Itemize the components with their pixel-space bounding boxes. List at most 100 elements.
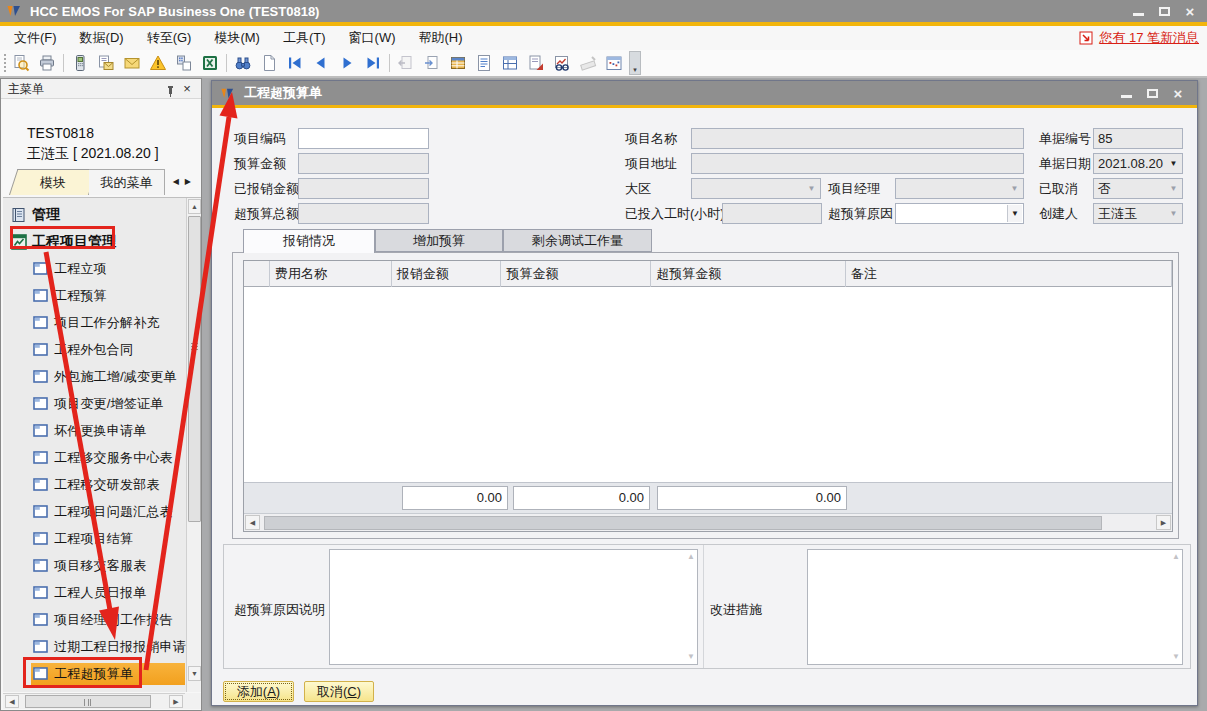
table-horizontal-scrollbar[interactable]: ◀ ▶ <box>244 513 1172 531</box>
form-edit-icon[interactable] <box>523 52 549 74</box>
form-window-title-bar: 工程超预算单 <box>212 81 1197 105</box>
sidebar-horizontal-scrollbar[interactable]: ◀ ▶ <box>3 693 185 709</box>
tab-remaining-debug-work[interactable]: 剩余调试工作量 <box>503 229 652 252</box>
column-header-rownum[interactable] <box>244 261 270 287</box>
sidebar-close-icon[interactable]: × <box>180 81 194 97</box>
pin-icon[interactable] <box>163 83 175 95</box>
maximize-button[interactable] <box>1151 2 1177 20</box>
tree-item-6[interactable]: 坏件更换申请单 <box>3 417 185 444</box>
tree-root-0[interactable]: 管理 <box>3 201 185 228</box>
form-close-button[interactable]: × <box>1165 84 1191 102</box>
tab-modules[interactable]: 模块 <box>9 169 97 195</box>
tree-item-12[interactable]: 工程人员日报单 <box>3 579 185 606</box>
tab-add-budget[interactable]: 增加预算 <box>375 229 503 252</box>
tree-item-7[interactable]: 工程移交服务中心表 <box>3 444 185 471</box>
cancel-button[interactable]: 取消(C) <box>304 681 374 702</box>
tree-item-13[interactable]: 项目经理周工作报告 <box>3 606 185 633</box>
excel-export-icon[interactable] <box>197 52 223 74</box>
last-record-icon[interactable] <box>360 52 386 74</box>
copy-icon[interactable] <box>171 52 197 74</box>
check-out-icon[interactable] <box>393 52 419 74</box>
form-minimize-button[interactable] <box>1113 84 1139 102</box>
tree-item-5[interactable]: 项目变更/增签证单 <box>3 390 185 417</box>
invested-hours-field <box>722 203 822 224</box>
notes-section: 超预算原因说明 ▲▼ 改进措施 ▲▼ <box>223 544 1191 669</box>
reason-description-textarea[interactable]: ▲▼ <box>329 549 698 665</box>
tab-my-menu[interactable]: 我的菜单 <box>89 169 165 195</box>
improvement-measures-textarea[interactable]: ▲▼ <box>807 549 1183 665</box>
tab-reimbursement[interactable]: 报销情况 <box>243 229 375 253</box>
scroll-down-icon[interactable]: ▼ <box>188 666 201 681</box>
add-button[interactable]: 添加(A) <box>223 681 294 702</box>
project-code-input[interactable] <box>298 128 429 149</box>
new-messages-link[interactable]: 您有 17 笔新消息 <box>1079 26 1199 50</box>
creator-dropdown: 王涟玉▼ <box>1093 203 1183 224</box>
table-scroll-left-icon[interactable]: ◀ <box>245 515 260 530</box>
doc-date-dropdown[interactable]: 2021.08.20▼ <box>1093 153 1183 174</box>
first-record-icon[interactable] <box>282 52 308 74</box>
tree-scrollbar-thumb[interactable] <box>188 216 201 522</box>
toolbar-overflow-button[interactable]: ▾ <box>629 51 641 75</box>
tree-root-1[interactable]: 工程项目管理 <box>3 228 185 255</box>
tree-item-4[interactable]: 外包施工增/减变更单 <box>3 363 185 390</box>
sidebar-hscroll-thumb[interactable] <box>25 695 151 708</box>
column-header-2[interactable]: 报销金额 <box>392 261 502 287</box>
form-window-controls: × <box>1113 82 1191 104</box>
column-header-1[interactable]: 费用名称 <box>270 261 392 287</box>
tree-item-2[interactable]: 项目工作分解补充 <box>3 309 185 336</box>
calendar-report-icon[interactable] <box>601 52 627 74</box>
close-button[interactable]: × <box>1177 2 1203 20</box>
menu-item-2[interactable]: 转至(G) <box>138 27 201 49</box>
column-header-4[interactable]: 超预算金额 <box>651 261 846 287</box>
toolbar-separator <box>226 54 227 72</box>
over-budget-reason-dropdown[interactable]: ▼ <box>895 203 1024 224</box>
print-icon[interactable] <box>34 52 60 74</box>
tree-item-11[interactable]: 项目移交客服表 <box>3 552 185 579</box>
tree-item-0[interactable]: 工程立项 <box>3 255 185 282</box>
tree-item-14[interactable]: 过期工程日报报销申请 <box>3 633 185 660</box>
check-in-icon[interactable] <box>419 52 445 74</box>
column-header-5[interactable]: 备注 <box>846 261 1172 287</box>
form-maximize-button[interactable] <box>1139 84 1165 102</box>
next-record-icon[interactable] <box>334 52 360 74</box>
menu-item-0[interactable]: 文件(F) <box>5 27 66 49</box>
scroll-left-icon[interactable]: ◀ <box>5 695 19 708</box>
find-icon[interactable] <box>230 52 256 74</box>
ruler-icon[interactable] <box>575 52 601 74</box>
scroll-right-icon[interactable]: ▶ <box>169 695 183 708</box>
expense-table: 费用名称报销金额预算金额超预算金额备注 0.00 0.00 0.00 ◀ ▶ <box>243 260 1173 532</box>
form-settings-icon[interactable] <box>445 52 471 74</box>
handheld-device-icon[interactable] <box>67 52 93 74</box>
minimize-button[interactable] <box>1125 2 1151 20</box>
table-hscroll-thumb[interactable] <box>264 516 1102 530</box>
chart-report-icon[interactable] <box>549 52 575 74</box>
tree-item-10[interactable]: 工程项目结算 <box>3 525 185 552</box>
menu-item-1[interactable]: 数据(D) <box>71 27 133 49</box>
table-view-icon[interactable] <box>497 52 523 74</box>
menu-item-6[interactable]: 帮助(H) <box>409 27 471 49</box>
tree-item-8[interactable]: 工程移交研发部表 <box>3 471 185 498</box>
mail-icon[interactable] <box>119 52 145 74</box>
menu-item-3[interactable]: 模块(M) <box>205 27 269 49</box>
tree-item-15[interactable]: 工程超预算单 <box>3 660 185 687</box>
window-icon <box>33 532 48 545</box>
print-preview-icon[interactable] <box>8 52 34 74</box>
menu-item-5[interactable]: 窗口(W) <box>340 27 405 49</box>
document-lines-icon[interactable] <box>471 52 497 74</box>
tree-item-9[interactable]: 工程项目问题汇总表 <box>3 498 185 525</box>
scroll-up-icon[interactable]: ▲ <box>188 199 201 214</box>
form-mail-icon[interactable] <box>93 52 119 74</box>
window-icon <box>33 505 48 518</box>
tree-vertical-scrollbar[interactable]: ▲ ▼ <box>186 198 201 692</box>
tab-scroll-arrows[interactable]: ◀▶ <box>173 177 197 186</box>
table-scroll-right-icon[interactable]: ▶ <box>1156 515 1171 530</box>
tree-item-3[interactable]: 工程外包合同 <box>3 336 185 363</box>
toolbar: ▾ <box>0 50 1207 78</box>
new-document-icon[interactable] <box>256 52 282 74</box>
menu-item-4[interactable]: 工具(T) <box>274 27 335 49</box>
previous-record-icon[interactable] <box>308 52 334 74</box>
column-header-3[interactable]: 预算金额 <box>501 261 651 287</box>
tree-item-1[interactable]: 工程预算 <box>3 282 185 309</box>
warning-icon[interactable] <box>145 52 171 74</box>
sidebar-tabs: 模块 我的菜单 ◀▶ <box>1 169 201 195</box>
